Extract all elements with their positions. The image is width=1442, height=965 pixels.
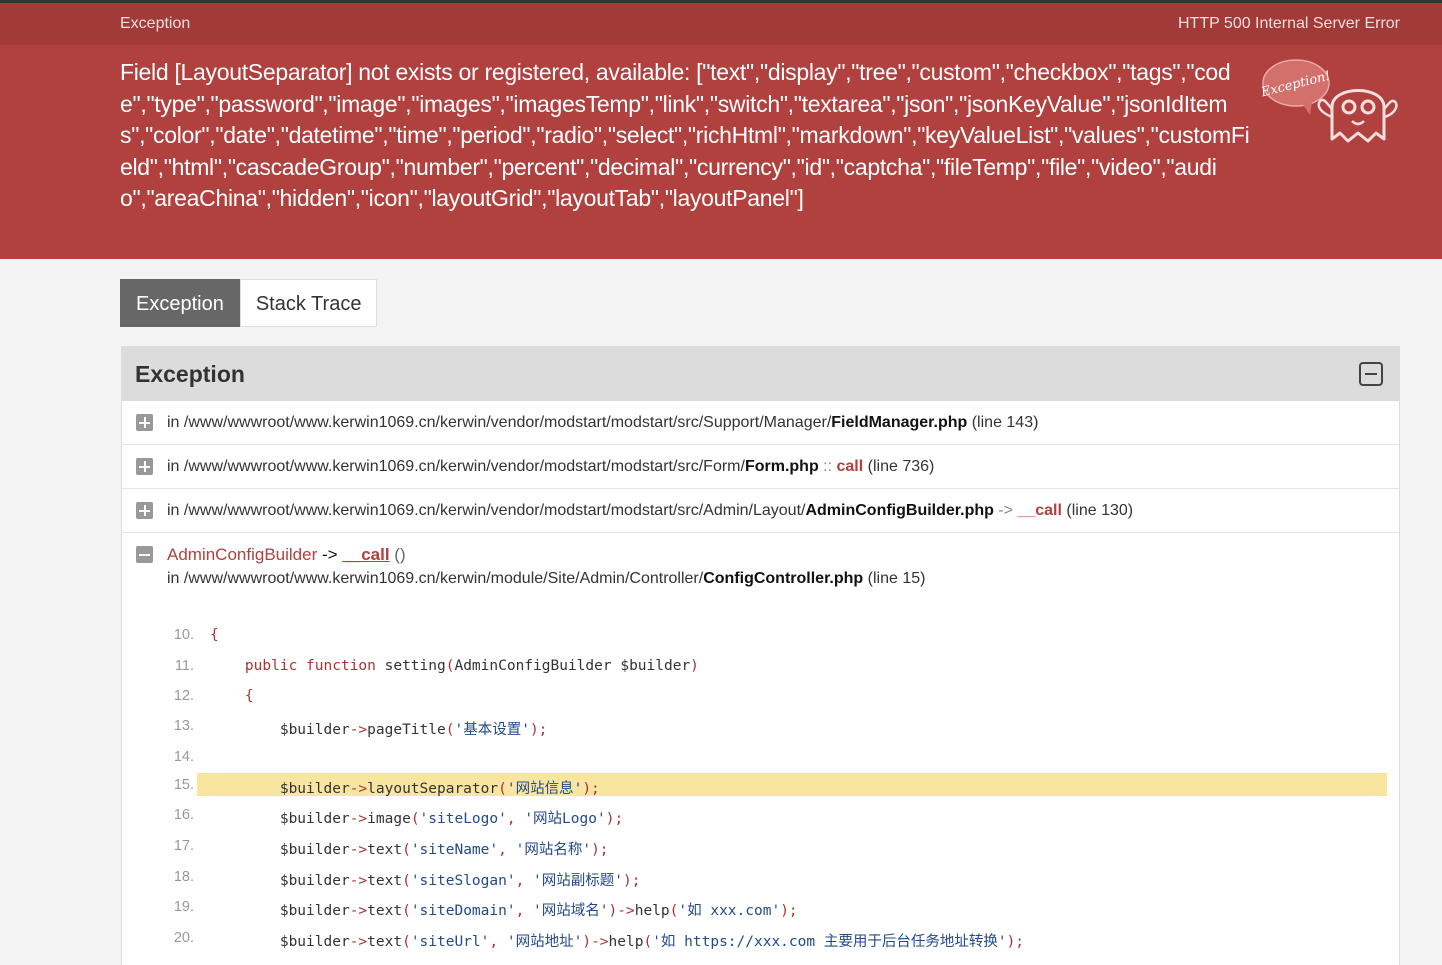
http-status: HTTP 500 Internal Server Error <box>1177 15 1400 32</box>
tab-exception[interactable]: Exception <box>120 279 240 327</box>
error-header: Exception HTTP 500 Internal Server Error… <box>0 3 1442 259</box>
header-bar: Exception HTTP 500 Internal Server Error <box>0 3 1442 45</box>
line-number: 14. <box>173 749 194 765</box>
code-line: $builder->image('siteLogo', '网站Logo'); <box>210 811 624 827</box>
frame-call: AdminConfigBuilder -> __call () <box>167 543 1399 567</box>
frame-path: /www/wwwroot/www.kerwin1069.cn/kerwin/ve… <box>183 414 832 431</box>
frame-path: /www/wwwroot/www.kerwin1069.cn/kerwin/mo… <box>183 570 704 587</box>
tab-bar: Exception Stack Trace <box>120 279 378 327</box>
frame-args: () <box>389 545 406 564</box>
frame-class: AdminConfigBuilder <box>167 545 318 564</box>
line-number: 18. <box>173 868 194 885</box>
frame-arrow: -> <box>317 545 343 564</box>
code-line: $builder->text('siteSlogan', '网站副标题'); <box>210 872 641 889</box>
frame-separator: -> <box>993 502 1018 519</box>
exception-panel: Exception in /www/wwwroot/www.kerwin1069… <box>121 346 1400 965</box>
code-line: $builder->text('siteDomain', '网站域名')->he… <box>210 903 798 919</box>
frame-prefix: in <box>167 458 184 475</box>
frame-file: FieldManager.php <box>831 414 968 431</box>
code-line: $builder->pageTitle('基本设置'); <box>210 722 548 738</box>
frame-function: __call <box>342 545 390 564</box>
trace-frame[interactable]: in /www/wwwroot/www.kerwin1069.cn/kerwin… <box>122 445 1399 489</box>
frame-prefix: in <box>167 502 184 519</box>
frame-path: /www/wwwroot/www.kerwin1069.cn/kerwin/ve… <box>183 502 806 519</box>
code-line: { <box>244 688 254 704</box>
line-number: 19. <box>173 899 194 915</box>
frame-line: (line 130) <box>1061 502 1134 519</box>
frame-function: call <box>836 458 864 475</box>
line-number: 20. <box>173 929 194 946</box>
panel-title: Exception <box>135 361 245 387</box>
code-line: $builder->text('siteUrl', '网站地址')->help(… <box>210 933 1025 950</box>
trace-frame[interactable]: in /www/wwwroot/www.kerwin1069.cn/kerwin… <box>122 489 1399 533</box>
frame-line: (line 736) <box>863 458 935 475</box>
frame-location: in /www/wwwroot/www.kerwin1069.cn/kerwin… <box>167 567 1399 591</box>
trace-frame[interactable]: in /www/wwwroot/www.kerwin1069.cn/kerwin… <box>122 401 1399 445</box>
code-line: public function setting(AdminConfigBuild… <box>244 657 699 674</box>
panel-header: Exception <box>122 347 1399 401</box>
frame-line: (line 143) <box>967 414 1039 431</box>
expand-icon[interactable] <box>136 414 153 431</box>
expand-icon[interactable] <box>136 458 153 475</box>
collapse-icon[interactable] <box>1359 362 1383 386</box>
frame-separator: :: <box>818 458 837 475</box>
expand-icon[interactable] <box>136 502 153 519</box>
frame-path: /www/wwwroot/www.kerwin1069.cn/kerwin/ve… <box>183 458 745 475</box>
code-line: { <box>210 627 219 643</box>
code-line: $builder->text('siteName', '网站名称'); <box>210 841 609 858</box>
trace-frame-expanded[interactable]: AdminConfigBuilder -> __call () in /www/… <box>122 533 1399 591</box>
frame-file: ConfigController.php <box>703 570 864 587</box>
line-number: 13. <box>173 718 194 734</box>
line-number: 11. <box>174 657 194 674</box>
frame-file: AdminConfigBuilder.php <box>805 502 994 519</box>
frame-function: __call <box>1017 502 1062 519</box>
line-number: 15. <box>173 777 194 793</box>
collapse-frame-icon[interactable] <box>136 546 153 563</box>
exception-label: Exception <box>120 15 191 32</box>
tab-stack-trace[interactable]: Stack Trace <box>239 279 378 327</box>
frame-prefix: in <box>167 570 184 587</box>
line-number: 12. <box>173 688 194 704</box>
line-number: 16. <box>173 807 194 823</box>
exception-message: Field [LayoutSeparator] not exists or re… <box>120 59 1250 211</box>
frame-prefix: in <box>167 414 184 431</box>
ghost-icon: Exception! <box>1259 59 1398 143</box>
line-number: 17. <box>173 837 194 854</box>
line-number: 10. <box>173 627 194 643</box>
frame-file: Form.php <box>744 458 819 475</box>
code-line: $builder->layoutSeparator('网站信息'); <box>210 781 600 797</box>
frame-line: (line 15) <box>863 570 926 587</box>
